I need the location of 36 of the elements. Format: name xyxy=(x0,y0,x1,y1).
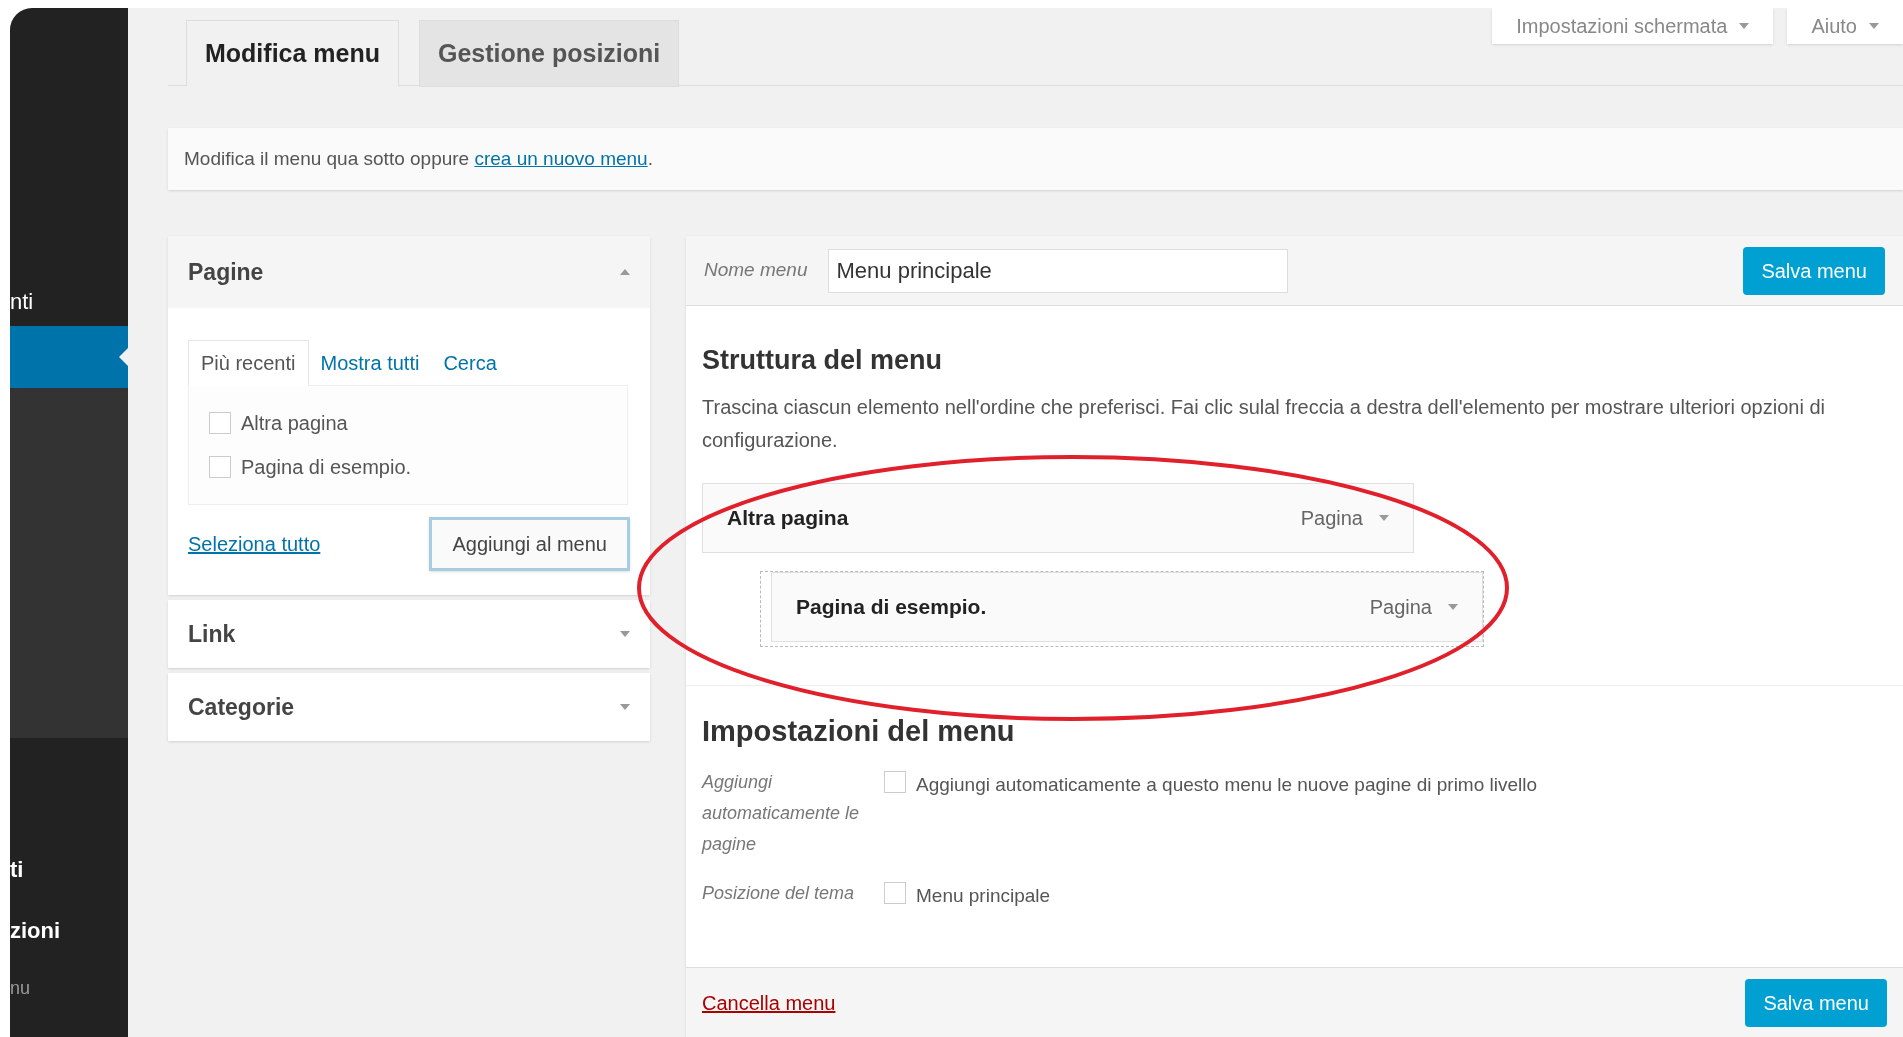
menu-item-title: Altra pagina xyxy=(727,504,850,531)
setting-option: Menu principale xyxy=(916,882,1051,911)
setting-option: Aggiungi automaticamente a questo menu le nuove pagine di primo livello xyxy=(916,771,1538,800)
setting-label: Posizione del tema xyxy=(702,882,856,905)
tab[interactable]: Gestione posizioni xyxy=(419,20,680,87)
panel-tab[interactable]: Mostra tutti xyxy=(308,340,432,386)
setting-label: Aggiungi automaticamente le pagine xyxy=(702,771,861,856)
accordion-header[interactable]: Categorie xyxy=(168,673,650,741)
sidebar-item[interactable]: zioni xyxy=(10,914,128,947)
menu-item-bar[interactable]: Pagina di esempio. Pagina xyxy=(771,571,1483,642)
menu-name-label: Nome menu xyxy=(704,258,808,283)
panel-tab[interactable]: Cerca xyxy=(431,340,509,386)
menu-name-field[interactable]: Menu principale xyxy=(827,248,1288,293)
section-title: Struttura del menu xyxy=(702,344,944,377)
notice-text: Modifica il menu qua sotto oppure crea un nuovo menu. xyxy=(184,146,653,171)
menu-item-type: Pagina xyxy=(1369,594,1432,620)
section-description: Trascina ciascun elemento nell'ordine che preferisci. Fai clic sulal freccia a destra dell'elemento per mostrare ulteriori opzioni di configurazione. xyxy=(702,394,1826,453)
menu-item-title: Pagina di esempio. xyxy=(796,593,988,620)
tab[interactable]: Modifica menu xyxy=(186,20,399,87)
checkbox-label: Pagina di esempio. xyxy=(241,455,412,480)
panel-tab[interactable]: Più recenti xyxy=(188,340,309,386)
sidebar-item[interactable]: ti xyxy=(10,853,128,886)
checkbox-label: Altra pagina xyxy=(241,411,348,436)
section-title: Impostazioni del menu xyxy=(702,713,1016,749)
menu-item-bar[interactable]: Altra pagina Pagina xyxy=(702,482,1414,553)
sidebar-item[interactable]: nu xyxy=(10,975,128,1002)
sidebar-item[interactable]: nti xyxy=(10,276,128,326)
select-all-link[interactable]: Seleziona tutto xyxy=(188,529,321,559)
menu-item-type: Pagina xyxy=(1300,505,1363,531)
add-to-menu-button[interactable]: Aggiungi al menu xyxy=(429,517,630,571)
screen-options-button[interactable]: Aiuto xyxy=(1787,8,1903,44)
accordion-header[interactable]: Pagine xyxy=(168,236,650,308)
accordion-header[interactable]: Link xyxy=(168,600,650,668)
delete-menu-link[interactable]: Cancella menu xyxy=(702,987,836,1018)
create-menu-link[interactable]: crea un nuovo menu xyxy=(474,147,648,169)
screen-options-button[interactable]: Impostazioni schermata xyxy=(1492,8,1774,44)
